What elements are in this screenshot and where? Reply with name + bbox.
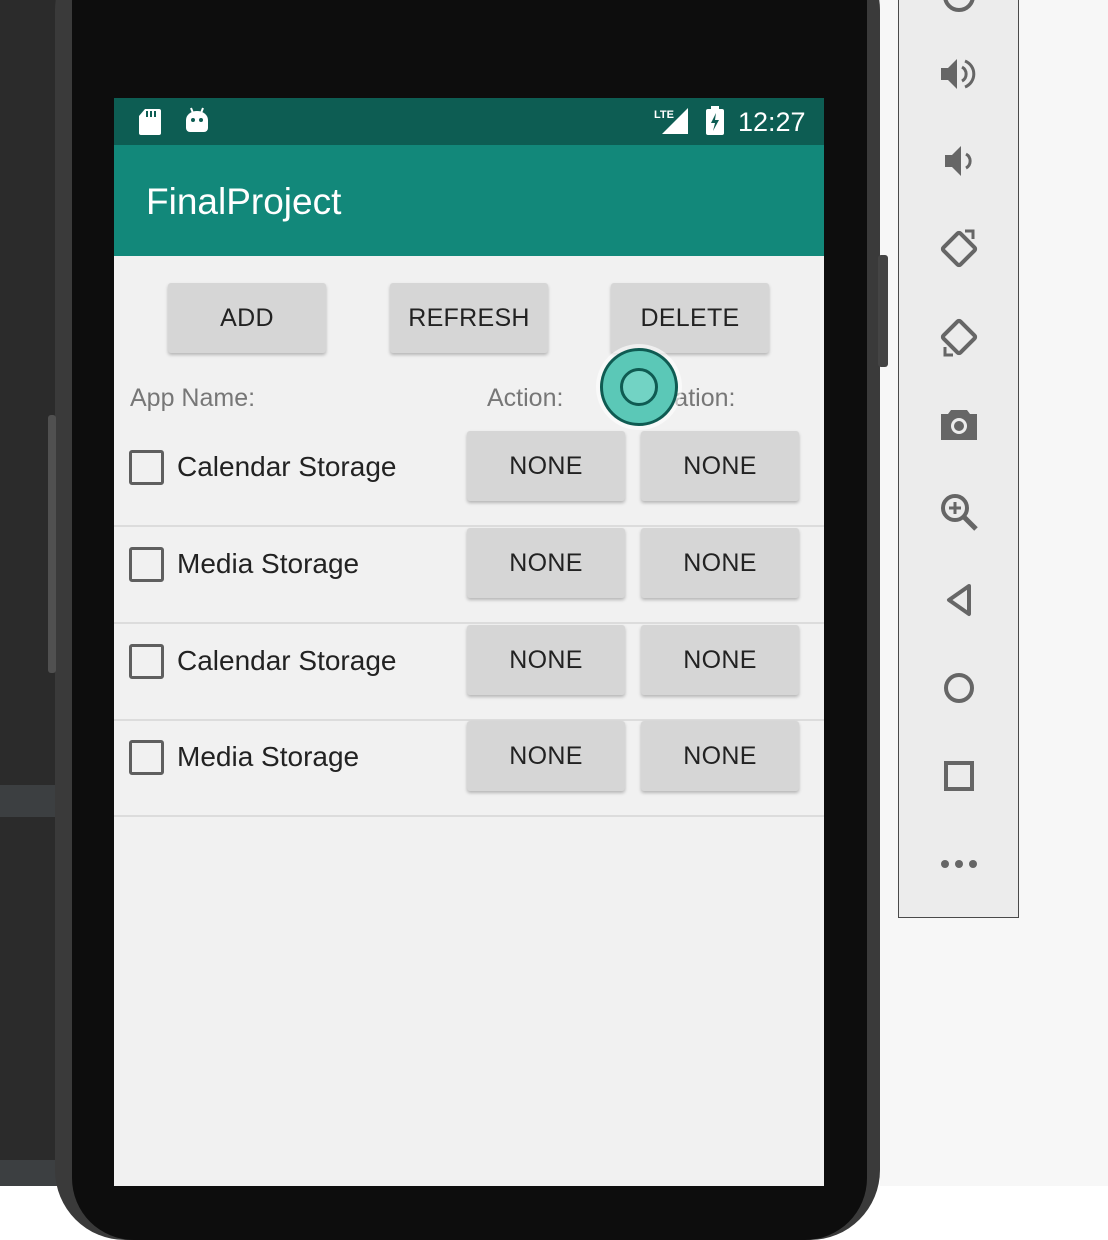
list-item: Media Storage NONE NONE xyxy=(114,721,824,817)
volume-up-icon[interactable] xyxy=(932,47,986,101)
rotate-left-icon[interactable] xyxy=(932,222,986,276)
row-app-name: Calendar Storage xyxy=(177,645,397,676)
action-button[interactable]: NONE xyxy=(467,625,625,695)
row-checkbox[interactable] xyxy=(129,740,164,775)
back-icon[interactable] xyxy=(932,573,986,627)
zoom-icon[interactable] xyxy=(932,485,986,539)
row-checkbox[interactable] xyxy=(129,450,164,485)
touch-indicator-core xyxy=(620,368,658,406)
row-app-name: Media Storage xyxy=(177,741,360,772)
action-button[interactable]: NONE xyxy=(467,431,625,501)
action-button[interactable]: NONE xyxy=(467,528,625,598)
app-bar: FinalProject xyxy=(114,145,824,256)
app-title: FinalProject xyxy=(146,181,342,222)
list-item: Calendar Storage NONE NONE xyxy=(114,431,824,527)
volume-down-icon[interactable] xyxy=(932,134,986,188)
status-bar: LTE 12:27 xyxy=(114,98,824,145)
row-app-name: Media Storage xyxy=(177,548,360,579)
home-icon[interactable] xyxy=(932,661,986,715)
battery-charging-icon xyxy=(705,106,725,141)
list-item: Calendar Storage NONE NONE xyxy=(114,625,824,721)
phone-side-button xyxy=(48,415,56,673)
phone-power-button xyxy=(878,255,888,367)
lte-label: LTE xyxy=(654,109,674,121)
action-button[interactable]: NONE xyxy=(467,721,625,791)
add-button[interactable]: ADD xyxy=(168,283,326,353)
android-debug-icon xyxy=(184,106,210,141)
refresh-button[interactable]: REFRESH xyxy=(390,283,548,353)
device-screen: LTE 12:27 FinalProject ADD REFRESH DELET… xyxy=(114,98,824,1186)
row-app-name: Calendar Storage xyxy=(177,451,397,482)
emulator-toolbar xyxy=(898,0,1019,918)
lte-signal-icon: LTE xyxy=(652,106,692,141)
touch-indicator xyxy=(600,348,678,426)
status-clock: 12:27 xyxy=(738,107,806,137)
action-header: Action: xyxy=(487,384,564,412)
row-checkbox[interactable] xyxy=(129,547,164,582)
delete-button[interactable]: DELETE xyxy=(611,283,769,353)
location-button[interactable]: NONE xyxy=(641,528,799,598)
list-item: Media Storage NONE NONE xyxy=(114,528,824,624)
camera-icon[interactable] xyxy=(932,397,986,451)
app-name-header: App Name: xyxy=(130,384,256,412)
rotate-right-icon[interactable] xyxy=(932,310,986,364)
sd-card-icon xyxy=(138,108,162,141)
row-divider xyxy=(114,815,824,817)
overview-icon[interactable] xyxy=(932,749,986,803)
row-divider xyxy=(114,622,824,624)
power-icon[interactable] xyxy=(932,0,986,23)
location-button[interactable]: NONE xyxy=(641,721,799,791)
row-checkbox[interactable] xyxy=(129,644,164,679)
more-icon[interactable] xyxy=(932,837,986,891)
location-button[interactable]: NONE xyxy=(641,431,799,501)
row-divider xyxy=(114,525,824,527)
location-button[interactable]: NONE xyxy=(641,625,799,695)
